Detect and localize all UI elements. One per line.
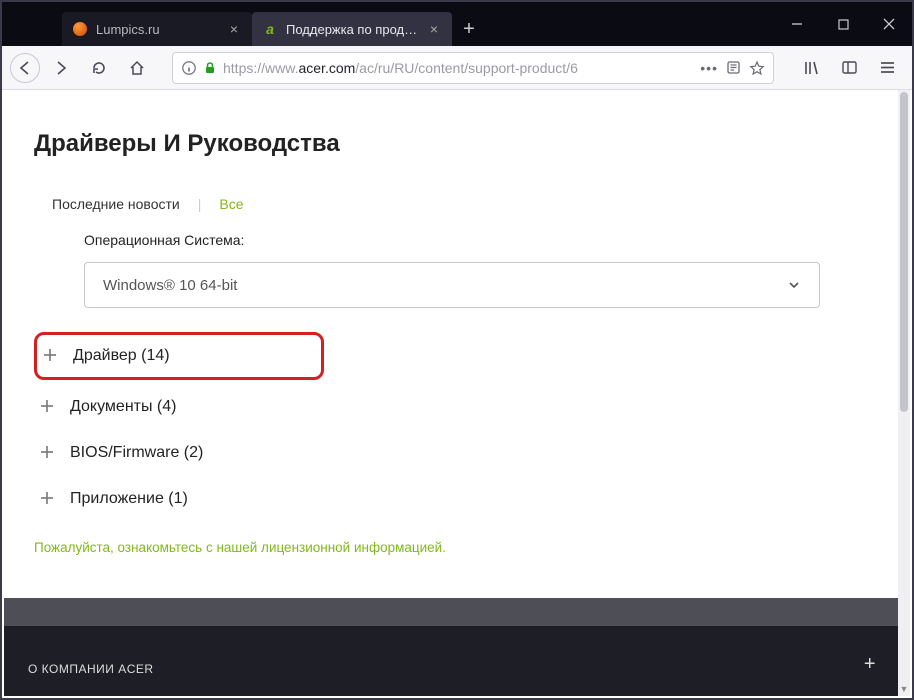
- toolbar-right-icons: [794, 51, 904, 85]
- os-select-value: Windows® 10 64-bit: [103, 277, 237, 294]
- scroll-down-icon[interactable]: ▼: [898, 682, 910, 696]
- hamburger-icon: [879, 59, 896, 76]
- minimize-button[interactable]: [774, 2, 820, 46]
- acer-icon: a: [262, 21, 278, 37]
- close-button[interactable]: [866, 2, 912, 46]
- accordion-application[interactable]: Приложение (1): [34, 476, 870, 522]
- accordion-documents[interactable]: Документы (4): [34, 384, 870, 430]
- tab-acer-support[interactable]: a Поддержка по продуктам ×: [252, 12, 452, 46]
- tab-label: Lumpics.ru: [96, 22, 218, 37]
- scrollbar-thumb[interactable]: [900, 92, 908, 412]
- close-icon[interactable]: ×: [426, 21, 442, 37]
- home-button[interactable]: [120, 51, 154, 85]
- accordion-bios[interactable]: BIOS/Firmware (2): [34, 430, 870, 476]
- accordion-label: Драйвер (14): [73, 347, 170, 365]
- footer-expand-icon[interactable]: +: [864, 653, 876, 676]
- address-bar-wrap: https://www.acer.com/ac/ru/RU/content/su…: [172, 52, 774, 84]
- library-icon: [802, 59, 820, 77]
- page-footer: О КОМПАНИИ ACER +: [4, 598, 900, 696]
- bookmark-star-icon[interactable]: [749, 60, 765, 76]
- tab-label: Поддержка по продуктам: [286, 22, 418, 37]
- minimize-icon: [791, 18, 803, 30]
- filter-row: Последние новости | Все: [34, 188, 870, 232]
- tab-lumpics[interactable]: Lumpics.ru ×: [62, 12, 252, 46]
- page-content: Драйверы И Руководства Последние новости…: [4, 90, 900, 579]
- forward-button[interactable]: [44, 51, 78, 85]
- close-window-icon: [883, 18, 895, 30]
- address-bar[interactable]: https://www.acer.com/ac/ru/RU/content/su…: [172, 52, 774, 84]
- plus-icon: [40, 399, 56, 415]
- reload-button[interactable]: [82, 51, 116, 85]
- plus-icon: [43, 348, 59, 364]
- window-titlebar: Lumpics.ru × a Поддержка по продуктам × …: [2, 2, 912, 46]
- titlebar-spacer: [2, 2, 62, 46]
- vertical-scrollbar[interactable]: ▼: [898, 90, 910, 696]
- footer-main: О КОМПАНИИ ACER +: [4, 626, 900, 696]
- new-tab-button[interactable]: +: [452, 12, 486, 46]
- orange-circle-icon: [72, 21, 88, 37]
- plus-icon: [40, 491, 56, 507]
- sidebar-icon: [841, 59, 858, 76]
- site-info-icon[interactable]: [181, 60, 197, 76]
- maximize-icon: [838, 19, 849, 30]
- lock-icon: [203, 61, 217, 75]
- url-domain: acer.com: [298, 60, 355, 76]
- reload-icon: [91, 60, 107, 76]
- page-title: Драйверы И Руководства: [34, 130, 870, 158]
- arrow-right-icon: [53, 60, 69, 76]
- accordion-label: Документы (4): [70, 398, 176, 416]
- menu-button[interactable]: [870, 51, 904, 85]
- browser-toolbar: https://www.acer.com/ac/ru/RU/content/su…: [2, 46, 912, 90]
- filter-all[interactable]: Все: [219, 196, 243, 212]
- url-text: https://www.acer.com/ac/ru/RU/content/su…: [223, 60, 694, 76]
- url-dots-icon[interactable]: •••: [700, 60, 718, 76]
- footer-stripe: [4, 598, 900, 626]
- license-link[interactable]: Пожалуйста, ознакомьтесь с нашей лицензи…: [34, 522, 870, 579]
- footer-about[interactable]: О КОМПАНИИ ACER: [28, 662, 154, 676]
- page-viewport: Драйверы И Руководства Последние новости…: [4, 90, 900, 696]
- browser-tabs: Lumpics.ru × a Поддержка по продуктам × …: [62, 2, 774, 46]
- arrow-left-icon: [17, 60, 33, 76]
- close-icon[interactable]: ×: [226, 21, 242, 37]
- filter-separator: |: [198, 196, 202, 212]
- url-path: /ac/ru/RU/content/support-product/6: [355, 60, 578, 76]
- os-label: Операционная Система:: [34, 232, 870, 248]
- filter-latest[interactable]: Последние новости: [52, 196, 180, 212]
- library-button[interactable]: [794, 51, 828, 85]
- maximize-button[interactable]: [820, 2, 866, 46]
- reader-mode-icon[interactable]: [726, 60, 741, 75]
- home-icon: [128, 59, 146, 77]
- os-select[interactable]: Windows® 10 64-bit: [84, 262, 820, 308]
- accordion-label: BIOS/Firmware (2): [70, 444, 203, 462]
- accordion-driver[interactable]: Драйвер (14): [34, 332, 324, 380]
- window-controls: [774, 2, 912, 46]
- chevron-down-icon: [787, 278, 801, 292]
- url-trailing-icons: •••: [700, 60, 765, 76]
- plus-icon: [40, 445, 56, 461]
- back-button[interactable]: [10, 53, 40, 83]
- accordion-label: Приложение (1): [70, 490, 188, 508]
- url-scheme: https://: [223, 60, 265, 76]
- url-host: www.: [265, 60, 298, 76]
- sidebar-button[interactable]: [832, 51, 866, 85]
